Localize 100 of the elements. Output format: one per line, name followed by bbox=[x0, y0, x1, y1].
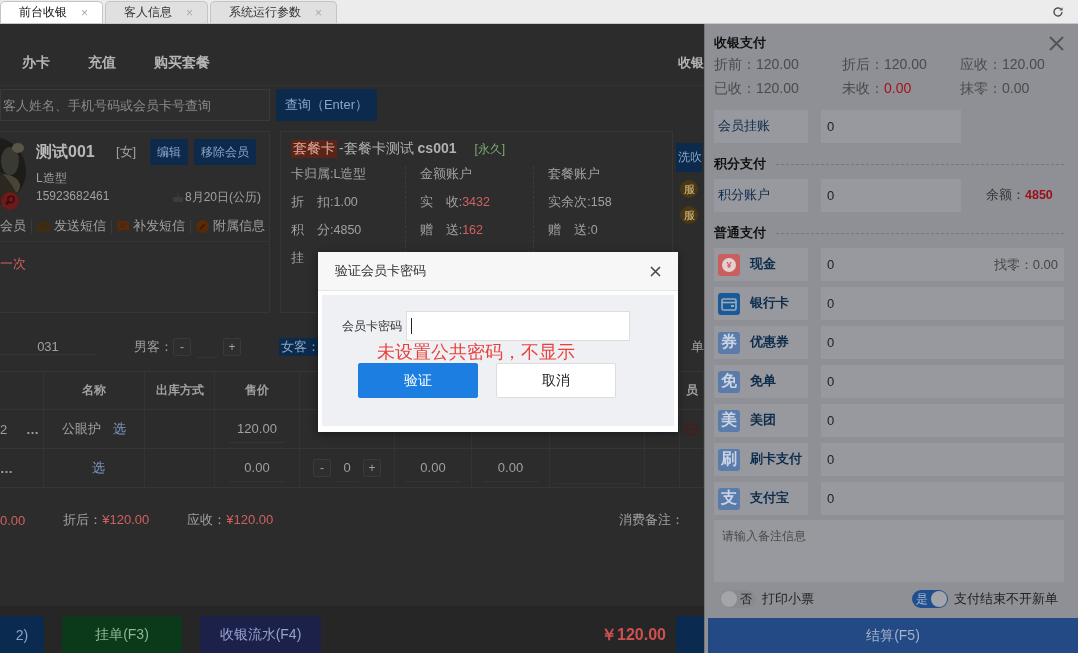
wallet-icon bbox=[718, 292, 740, 315]
amount-field[interactable]: 0 bbox=[821, 326, 1064, 359]
payment-method: 银行卡 bbox=[714, 287, 808, 320]
action-button[interactable]: 收银流水(F4) bbox=[200, 616, 321, 653]
message-icon bbox=[117, 220, 129, 233]
plus-button[interactable]: + bbox=[363, 459, 381, 477]
member-phone: 15923682461 bbox=[36, 189, 110, 205]
member-birthday: 8月20日(公历) bbox=[185, 189, 261, 206]
tab[interactable]: 前台收银 × bbox=[0, 1, 103, 23]
amount-field[interactable]: 0 bbox=[821, 365, 1064, 398]
account-field: 折 扣:1.00 bbox=[291, 194, 405, 212]
quantity-field[interactable]: 0 bbox=[335, 454, 359, 482]
dialog-button[interactable]: 验证 bbox=[358, 363, 478, 398]
summary-value: 折后：120.00 bbox=[842, 56, 928, 74]
amount-field[interactable]: 0 bbox=[821, 287, 1064, 320]
account-field: 赠 送:162 bbox=[419, 222, 534, 240]
panel-title: 收银支付 bbox=[714, 34, 766, 52]
member-name: 测试001 bbox=[36, 141, 96, 162]
amount-field[interactable]: 0.00 bbox=[482, 454, 539, 482]
minus-button[interactable]: - bbox=[173, 338, 191, 356]
method-icon: 免 bbox=[718, 370, 740, 393]
more-button[interactable]: … bbox=[0, 460, 13, 476]
member-button[interactable]: 移除会员 bbox=[194, 139, 256, 165]
column-header: 员 bbox=[685, 382, 698, 399]
account-field: 实余次:158 bbox=[548, 194, 662, 212]
field-label: 会员卡密码 bbox=[342, 317, 402, 335]
account-field: 实 收:3432 bbox=[419, 194, 534, 212]
password-field[interactable] bbox=[406, 311, 630, 341]
mail-icon bbox=[37, 221, 50, 232]
price-field[interactable]: 120.00 bbox=[229, 415, 285, 443]
room-number[interactable]: 031 bbox=[0, 339, 96, 355]
action-button[interactable]: 2) bbox=[0, 616, 44, 653]
search-field[interactable]: 客人姓名、手机号码或会员卡号查询 bbox=[0, 89, 270, 121]
remark-label: 消费备注： bbox=[619, 511, 684, 529]
close-icon[interactable] bbox=[650, 265, 661, 277]
payment-method: ¥ 现金 bbox=[714, 248, 808, 281]
column-header: 出库方式 bbox=[155, 382, 204, 399]
method-icon: 支 bbox=[718, 487, 740, 510]
account-field: 卡归属:L造型 bbox=[291, 166, 405, 184]
nav-link[interactable]: 收银 bbox=[678, 53, 704, 72]
amount-field[interactable]: 0 找零：0.00 bbox=[821, 248, 1064, 281]
payment-method: 支 支付宝 bbox=[714, 482, 808, 515]
price-field[interactable]: 0.00 bbox=[229, 454, 285, 482]
account-field: 积 分:4850 bbox=[291, 222, 405, 240]
summary-value: 未收：0.00 bbox=[842, 80, 913, 98]
toggle-switch[interactable]: 否 bbox=[720, 590, 756, 608]
payment-method: 美 美团 bbox=[714, 404, 808, 437]
refresh-icon[interactable] bbox=[1052, 6, 1064, 18]
section-heading: 普通支付 bbox=[714, 224, 766, 242]
account-field: 赠 送:0 bbox=[548, 222, 662, 240]
service-tab[interactable]: 洗吹 bbox=[676, 143, 702, 172]
action-button[interactable]: 挂单(F3) bbox=[62, 616, 182, 653]
amount-field[interactable]: 0 bbox=[821, 110, 961, 143]
tab[interactable]: 客人信息 × bbox=[105, 1, 209, 23]
payment-label: 会员挂账 bbox=[714, 110, 808, 143]
checkout-button[interactable]: 结算(F5) bbox=[708, 618, 1078, 653]
total-due: 应收：¥120.00 bbox=[187, 511, 274, 529]
amount-field[interactable]: 0 bbox=[821, 404, 1064, 437]
nav-link[interactable]: 购买套餐 bbox=[154, 53, 210, 72]
toggle-label: 支付结束不开新单 bbox=[954, 590, 1058, 608]
more-button[interactable]: … bbox=[26, 421, 39, 437]
nav-link[interactable]: 办卡 bbox=[22, 53, 50, 72]
card-badge: 套餐卡 bbox=[291, 140, 337, 158]
column-header: 名称 bbox=[82, 382, 106, 399]
member-button[interactable]: 编辑 bbox=[150, 139, 188, 165]
amount-field[interactable]: 0.00 bbox=[405, 454, 461, 482]
amount-field[interactable]: 0 bbox=[821, 443, 1064, 476]
toggle-label: 打印小票 bbox=[762, 590, 814, 608]
summary-value: 应收：120.00 bbox=[960, 56, 1046, 74]
select-link[interactable]: 选 bbox=[113, 420, 126, 438]
note-field[interactable]: 请输入备注信息 bbox=[714, 520, 1064, 582]
tab[interactable]: 系统运行参数 × bbox=[210, 1, 338, 23]
remove-icon[interactable] bbox=[685, 422, 698, 436]
member-note: 一次 bbox=[0, 256, 26, 273]
member-link[interactable]: 会员 bbox=[0, 218, 26, 235]
payment-method: 券 优惠券 bbox=[714, 326, 808, 359]
member-link[interactable]: 补发短信 bbox=[117, 218, 185, 235]
annotation: 未设置公共密码，不显示 bbox=[377, 341, 575, 363]
minus-button[interactable]: - bbox=[313, 459, 331, 477]
summary-value: 折前：120.00 bbox=[714, 56, 800, 74]
plus-button[interactable]: + bbox=[223, 338, 241, 356]
select-link[interactable]: 选 bbox=[91, 459, 105, 477]
service-badge: 服 bbox=[680, 180, 698, 198]
payment-label: 积分账户 bbox=[714, 179, 808, 212]
toggle-switch[interactable]: 是 bbox=[912, 590, 948, 608]
nav-link[interactable]: 充值 bbox=[88, 53, 116, 72]
total-before: 0.00 bbox=[0, 512, 26, 528]
cash-icon: ¥ bbox=[718, 253, 740, 276]
search-button[interactable]: 查询（Enter） bbox=[276, 89, 377, 121]
action-button[interactable] bbox=[676, 616, 704, 653]
member-gender: [女] bbox=[116, 143, 138, 161]
card-term: [永久] bbox=[474, 140, 506, 158]
amount-field[interactable]: 0 bbox=[821, 179, 961, 212]
member-link[interactable]: 发送短信 bbox=[37, 218, 106, 235]
member-link[interactable]: 附属信息 bbox=[196, 218, 265, 235]
female-icon bbox=[1, 192, 19, 210]
payment-method: 免 免单 bbox=[714, 365, 808, 398]
dialog-button[interactable]: 取消 bbox=[496, 363, 616, 398]
amount-field[interactable]: 0 bbox=[821, 482, 1064, 515]
total-amount: ￥120.00 bbox=[601, 625, 666, 645]
